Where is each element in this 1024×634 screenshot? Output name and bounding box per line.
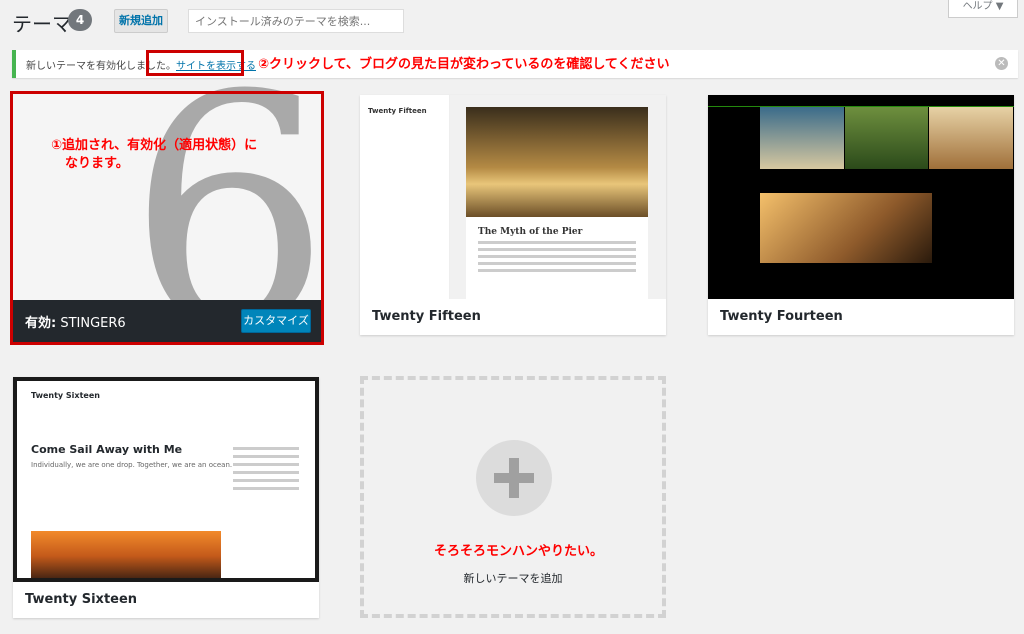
- theme-screenshot: [708, 95, 1014, 299]
- theme-card-twenty-fifteen[interactable]: Twenty Fifteen The Myth of the Pier Twen…: [360, 95, 666, 335]
- add-new-theme-card[interactable]: そろそろモンハンやりたい。 新しいテーマを追加: [360, 376, 666, 618]
- plus-icon: [476, 440, 552, 516]
- theme-name: Twenty Fourteen: [720, 309, 843, 324]
- theme-screenshot: Twenty Fifteen The Myth of the Pier: [360, 95, 666, 299]
- add-new-theme-label: 新しいテーマを追加: [463, 572, 563, 585]
- theme-count-badge: 4: [68, 9, 92, 31]
- theme-name: Twenty Fifteen: [372, 309, 481, 324]
- theme-card-twenty-fourteen[interactable]: Twenty Fourteen: [708, 95, 1014, 335]
- page-title: テーマ: [12, 12, 72, 36]
- theme-name: Twenty Sixteen: [25, 592, 138, 607]
- help-tab[interactable]: ヘルプ ▼: [948, 0, 1018, 18]
- dismiss-icon[interactable]: ✕: [995, 57, 1008, 70]
- highlight-frame: [10, 91, 324, 345]
- annotation-3: そろそろモンハンやりたい。: [434, 544, 604, 559]
- theme-screenshot: Twenty Sixteen Come Sail Away with Me In…: [13, 377, 319, 582]
- theme-card-twenty-sixteen[interactable]: Twenty Sixteen Come Sail Away with Me In…: [13, 377, 319, 618]
